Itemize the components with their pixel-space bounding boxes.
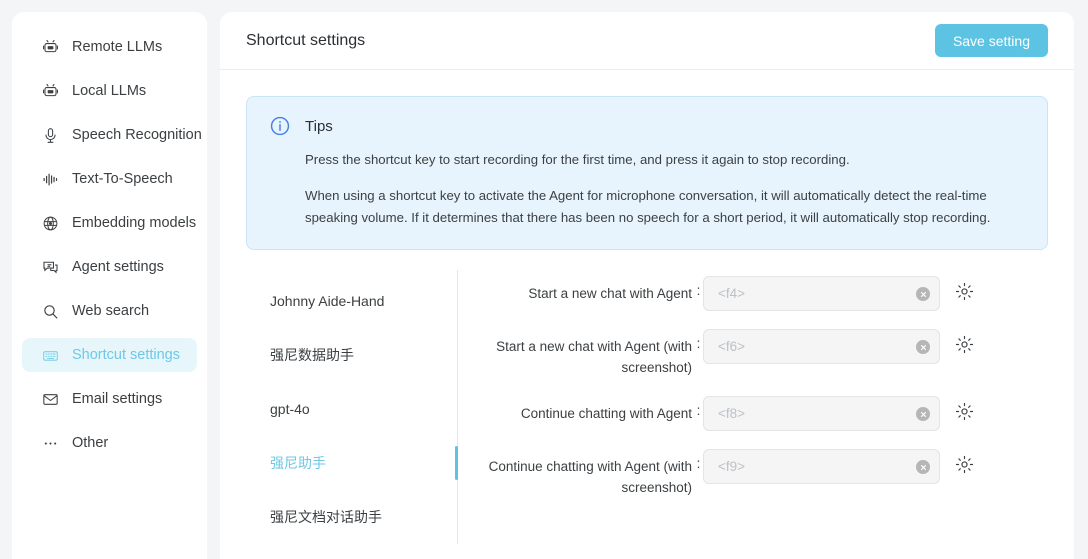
ellipsis-icon — [40, 434, 60, 452]
sidebar-item-other[interactable]: Other — [22, 426, 197, 460]
sidebar-item-label: Local LLMs — [72, 83, 147, 99]
shortcut-row: Start a new chat with Agent (with screen… — [472, 329, 1074, 378]
tips-banner: Tips Press the shortcut key to start rec… — [246, 96, 1048, 250]
shortcut-input-wrapper — [703, 396, 940, 431]
close-circle-icon[interactable] — [916, 340, 930, 354]
sidebar-item-label: Embedding models — [72, 215, 197, 231]
close-circle-icon[interactable] — [916, 407, 930, 421]
shortcut-label: Start a new chat with Agent (with screen… — [496, 339, 692, 375]
shortcut-key-input[interactable] — [703, 329, 940, 364]
shortcut-input-wrapper — [703, 276, 940, 311]
gear-icon[interactable] — [955, 334, 975, 354]
shortcut-row: Continue chatting with Agent: — [472, 396, 1074, 431]
sidebar-item-text-to-speech[interactable]: Text-To-Speech — [22, 162, 197, 196]
shortcut-input-wrapper — [703, 329, 940, 364]
shortcut-label: Continue chatting with Agent (with scree… — [488, 459, 692, 495]
sidebar: Remote LLMs Local LLMs Speech Recognition T… — [12, 12, 207, 559]
agent-list-item[interactable]: 强尼助手 — [246, 436, 458, 490]
sphere-icon — [40, 214, 60, 232]
sidebar-item-shortcut-settings[interactable]: Shortcut settings — [22, 338, 197, 372]
sidebar-item-web-search[interactable]: Web search — [22, 294, 197, 328]
sidebar-item-embedding-models[interactable]: Embedding models — [22, 206, 197, 240]
chat-bubble-icon — [40, 258, 60, 276]
shortcut-label-colon: : — [696, 403, 701, 418]
agent-list-item[interactable]: gpt-4o — [246, 382, 457, 436]
app-root: Remote LLMs Local LLMs Speech Recognition T… — [0, 0, 1088, 559]
sidebar-item-label: Email settings — [72, 391, 163, 407]
shortcut-label-colon: : — [696, 283, 701, 298]
shortcut-key-input[interactable] — [703, 276, 940, 311]
shortcut-label: Continue chatting with Agent — [520, 406, 692, 421]
sidebar-item-agent-settings[interactable]: Agent settings — [22, 250, 197, 284]
agent-list-item[interactable]: 强尼数据助手 — [246, 328, 457, 382]
close-circle-icon[interactable] — [916, 287, 930, 301]
shortcut-input-wrapper — [703, 449, 940, 484]
agent-list-item[interactable]: 强尼文档对话助手 — [246, 490, 457, 544]
close-circle-icon[interactable] — [916, 460, 930, 474]
info-circle-icon — [269, 115, 291, 137]
agent-list-item[interactable]: Johnny Aide-Hand — [246, 274, 457, 328]
search-icon — [40, 302, 60, 320]
shortcut-list: Start a new chat with Agent:Start a new … — [458, 270, 1074, 544]
gear-icon[interactable] — [955, 401, 975, 421]
sidebar-item-remote-llms[interactable]: Remote LLMs — [22, 30, 197, 64]
sidebar-item-label: Web search — [72, 303, 150, 319]
gear-icon[interactable] — [955, 281, 975, 301]
shortcut-key-input[interactable] — [703, 396, 940, 431]
settings-body: Johnny Aide-Hand 强尼数据助手 gpt-4o 强尼助手 强尼文档对话助手… — [220, 270, 1074, 544]
sidebar-item-email-settings[interactable]: Email settings — [22, 382, 197, 416]
sidebar-item-label: Text-To-Speech — [72, 171, 173, 187]
main-panel: Shortcut settings Save setting Tips Pres… — [220, 12, 1074, 559]
shortcut-label: Start a new chat with Agent — [528, 286, 692, 301]
shortcut-label-colon: : — [696, 336, 701, 351]
tips-body: Press the shortcut key to start recordin… — [269, 149, 1025, 229]
tips-header: Tips — [269, 115, 1025, 137]
keyboard-icon — [40, 346, 60, 364]
sidebar-item-label: Speech Recognition — [72, 127, 202, 143]
sidebar-item-label: Other — [72, 435, 109, 451]
waveform-icon — [40, 170, 60, 188]
envelope-icon — [40, 390, 60, 408]
sidebar-item-speech-recognition[interactable]: Speech Recognition — [22, 118, 202, 152]
gear-icon[interactable] — [955, 454, 975, 474]
sidebar-item-label: Shortcut settings — [72, 347, 180, 363]
shortcut-row: Start a new chat with Agent: — [472, 276, 1074, 311]
tips-paragraph: Press the shortcut key to start recordin… — [305, 152, 850, 167]
shortcut-key-input[interactable] — [703, 449, 940, 484]
main-header: Shortcut settings Save setting — [220, 12, 1074, 70]
sidebar-item-label: Remote LLMs — [72, 39, 163, 55]
agent-list: Johnny Aide-Hand 强尼数据助手 gpt-4o 强尼助手 强尼文档对话助手 — [246, 270, 458, 544]
microphone-icon — [40, 126, 60, 144]
shortcut-label-colon: : — [696, 456, 701, 471]
save-button[interactable]: Save setting — [934, 24, 1048, 57]
robot-icon — [40, 38, 60, 56]
tips-title: Tips — [305, 117, 333, 135]
tips-paragraph: When using a shortcut key to activate th… — [305, 188, 991, 225]
page-title: Shortcut settings — [246, 31, 366, 49]
shortcut-row: Continue chatting with Agent (with scree… — [472, 449, 1074, 498]
sidebar-item-label: Agent settings — [72, 259, 164, 275]
sidebar-item-local-llms[interactable]: Local LLMs — [22, 74, 197, 108]
robot-icon — [40, 82, 60, 100]
